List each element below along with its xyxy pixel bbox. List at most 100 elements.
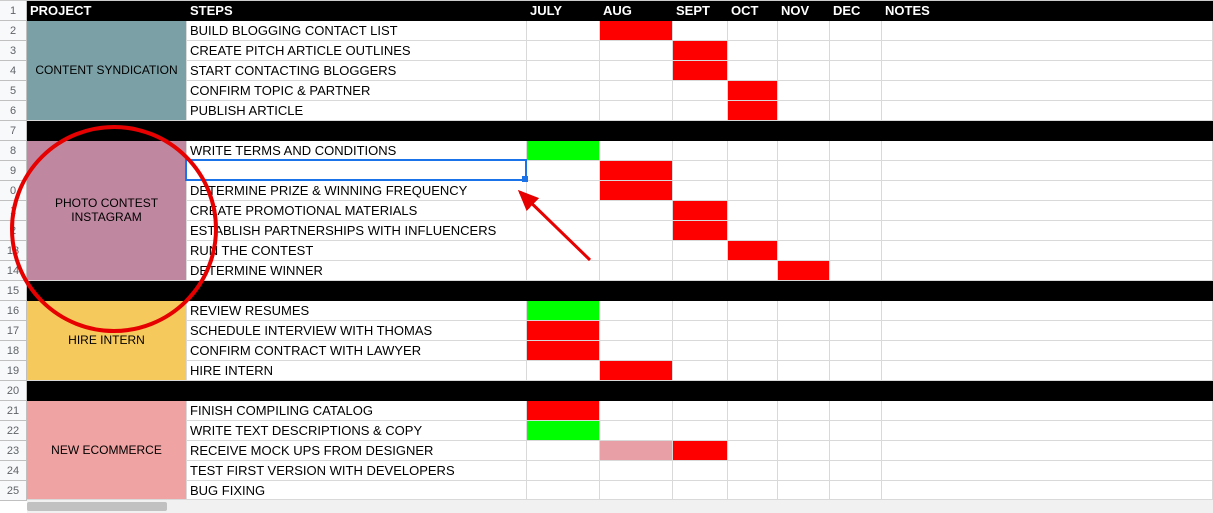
month-cell-aug[interactable]	[600, 301, 673, 321]
month-cell-oct[interactable]	[728, 181, 778, 201]
month-cell-oct[interactable]	[728, 61, 778, 81]
month-cell-july[interactable]	[527, 201, 600, 221]
notes-cell[interactable]	[882, 201, 1213, 221]
month-cell-dec[interactable]	[830, 361, 882, 381]
month-cell-july[interactable]	[527, 161, 600, 181]
row-header[interactable]: 16	[0, 301, 27, 321]
step-cell[interactable]: SCHEDULE INTERVIEW WITH THOMAS	[187, 321, 527, 341]
month-cell-july[interactable]	[527, 481, 600, 501]
notes-cell[interactable]	[882, 481, 1213, 501]
month-cell-nov[interactable]	[778, 441, 830, 461]
month-cell-nov[interactable]	[778, 301, 830, 321]
month-cell-aug[interactable]	[600, 341, 673, 361]
month-cell-dec[interactable]	[830, 261, 882, 281]
month-cell-oct[interactable]	[728, 401, 778, 421]
notes-cell[interactable]	[882, 401, 1213, 421]
month-cell-oct[interactable]	[728, 241, 778, 261]
month-cell-aug[interactable]	[600, 81, 673, 101]
month-cell-oct[interactable]	[728, 301, 778, 321]
month-cell-dec[interactable]	[830, 341, 882, 361]
month-cell-oct[interactable]	[728, 141, 778, 161]
month-cell-oct[interactable]	[728, 461, 778, 481]
notes-cell[interactable]	[882, 301, 1213, 321]
col-header-july[interactable]: JULY	[527, 1, 600, 21]
month-cell-aug[interactable]	[600, 441, 673, 461]
col-header-steps[interactable]: STEPS	[187, 1, 527, 21]
row-header[interactable]: 7	[0, 121, 27, 141]
month-cell-sept[interactable]	[673, 81, 728, 101]
step-cell[interactable]: DETERMINE WINNER	[187, 261, 527, 281]
month-cell-aug[interactable]	[600, 221, 673, 241]
month-cell-nov[interactable]	[778, 141, 830, 161]
col-header-oct[interactable]: OCT	[728, 1, 778, 21]
notes-cell[interactable]	[882, 61, 1213, 81]
month-cell-oct[interactable]	[728, 361, 778, 381]
month-cell-oct[interactable]	[728, 321, 778, 341]
month-cell-nov[interactable]	[778, 401, 830, 421]
step-cell[interactable]: REVIEW RESUMES	[187, 301, 527, 321]
month-cell-dec[interactable]	[830, 421, 882, 441]
notes-cell[interactable]	[882, 221, 1213, 241]
month-cell-july[interactable]	[527, 21, 600, 41]
month-cell-oct[interactable]	[728, 261, 778, 281]
month-cell-oct[interactable]	[728, 341, 778, 361]
notes-cell[interactable]	[882, 241, 1213, 261]
step-cell[interactable]: CREATE PROMOTIONAL MATERIALS	[187, 201, 527, 221]
month-cell-nov[interactable]	[778, 161, 830, 181]
month-cell-july[interactable]	[527, 181, 600, 201]
row-header[interactable]: 5	[0, 81, 27, 101]
month-cell-oct[interactable]	[728, 21, 778, 41]
month-cell-sept[interactable]	[673, 21, 728, 41]
col-header-dec[interactable]: DEC	[830, 1, 882, 21]
month-cell-dec[interactable]	[830, 41, 882, 61]
month-cell-aug[interactable]	[600, 261, 673, 281]
month-cell-july[interactable]	[527, 321, 600, 341]
step-cell[interactable]: CREATE PITCH ARTICLE OUTLINES	[187, 41, 527, 61]
month-cell-dec[interactable]	[830, 141, 882, 161]
month-cell-dec[interactable]	[830, 21, 882, 41]
row-header[interactable]: 2	[0, 221, 27, 241]
month-cell-july[interactable]	[527, 81, 600, 101]
project-cell-0[interactable]: CONTENT SYNDICATION	[27, 21, 187, 121]
month-cell-aug[interactable]	[600, 201, 673, 221]
row-header[interactable]: 18	[0, 341, 27, 361]
notes-cell[interactable]	[882, 161, 1213, 181]
month-cell-nov[interactable]	[778, 221, 830, 241]
month-cell-nov[interactable]	[778, 341, 830, 361]
col-header-aug[interactable]: AUG	[600, 1, 673, 21]
row-header[interactable]: 14	[0, 261, 27, 281]
month-cell-sept[interactable]	[673, 221, 728, 241]
month-cell-sept[interactable]	[673, 341, 728, 361]
month-cell-sept[interactable]	[673, 401, 728, 421]
month-cell-nov[interactable]	[778, 81, 830, 101]
month-cell-dec[interactable]	[830, 221, 882, 241]
notes-cell[interactable]	[882, 421, 1213, 441]
month-cell-dec[interactable]	[830, 241, 882, 261]
month-cell-oct[interactable]	[728, 221, 778, 241]
month-cell-sept[interactable]	[673, 481, 728, 501]
project-cell-1[interactable]: PHOTO CONTEST INSTAGRAM	[27, 141, 187, 281]
col-header-nov[interactable]: NOV	[778, 1, 830, 21]
row-header[interactable]: 13	[0, 241, 27, 261]
month-cell-aug[interactable]	[600, 141, 673, 161]
row-header[interactable]: 6	[0, 101, 27, 121]
month-cell-dec[interactable]	[830, 101, 882, 121]
month-cell-aug[interactable]	[600, 421, 673, 441]
month-cell-aug[interactable]	[600, 101, 673, 121]
row-header[interactable]: 20	[0, 381, 27, 401]
month-cell-july[interactable]	[527, 241, 600, 261]
month-cell-july[interactable]	[527, 461, 600, 481]
month-cell-dec[interactable]	[830, 61, 882, 81]
row-header[interactable]: 3	[0, 41, 27, 61]
month-cell-aug[interactable]	[600, 61, 673, 81]
month-cell-sept[interactable]	[673, 181, 728, 201]
month-cell-nov[interactable]	[778, 41, 830, 61]
month-cell-sept[interactable]	[673, 161, 728, 181]
month-cell-sept[interactable]	[673, 141, 728, 161]
notes-cell[interactable]	[882, 181, 1213, 201]
month-cell-nov[interactable]	[778, 21, 830, 41]
row-header[interactable]: 2	[0, 21, 27, 41]
month-cell-nov[interactable]	[778, 481, 830, 501]
month-cell-nov[interactable]	[778, 61, 830, 81]
month-cell-sept[interactable]	[673, 421, 728, 441]
